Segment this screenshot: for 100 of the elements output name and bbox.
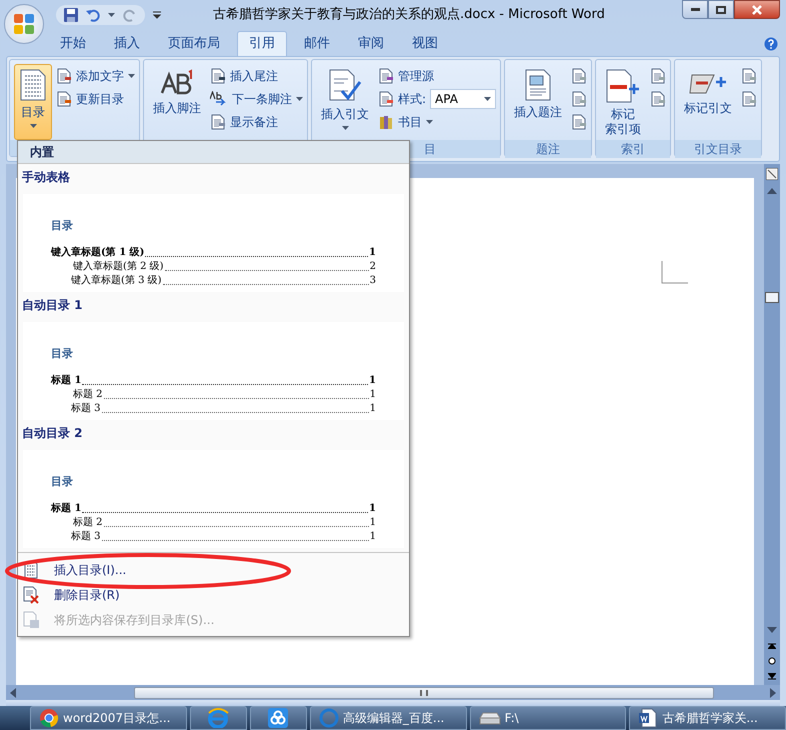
small-ribbon-button[interactable]: [650, 89, 666, 109]
preview-heading: 目录: [51, 474, 74, 490]
caret-icon: [426, 120, 433, 124]
toc-entry-title: 标题 1: [51, 502, 82, 516]
help-icon[interactable]: [764, 37, 778, 51]
document-check-icon: [328, 69, 362, 103]
page-disk-icon: [22, 610, 40, 628]
scroll-left-icon[interactable]: [10, 688, 16, 698]
toc-entry-title: 标题 1: [51, 374, 82, 388]
page-delete-icon: [22, 586, 40, 604]
ab-superscript-icon: [160, 69, 194, 97]
toc-page-number: 1: [369, 374, 376, 388]
cloud-logo-icon: [268, 708, 288, 728]
books-icon: [378, 114, 394, 130]
ribbon-tab[interactable]: 页面布局: [157, 31, 231, 56]
taskbar-button[interactable]: 古希腊哲学家关...: [629, 706, 786, 730]
office-button[interactable]: [4, 4, 44, 44]
ribbon-large-button[interactable]: 标记 索引项: [600, 64, 646, 140]
ab-arrow-icon: [210, 91, 228, 107]
browser-logo-icon: [39, 708, 59, 728]
menu-header: 内置: [30, 144, 54, 161]
toc-entry-title: 标题 2: [73, 388, 103, 402]
group-label: 题注: [536, 141, 560, 158]
button-label: 插入脚注: [153, 101, 201, 116]
toc-page-number: 1: [370, 516, 376, 530]
group-label: 目: [424, 141, 436, 158]
ribbon-large-button[interactable]: 插入引文: [316, 64, 374, 140]
menu-item[interactable]: 插入目录(I)...: [18, 557, 409, 582]
undo-icon[interactable]: [86, 8, 100, 22]
small-ribbon-button[interactable]: [650, 66, 666, 86]
small-ribbon-button[interactable]: [571, 66, 588, 86]
toc-entry-title: 键入章标题(第 3 级): [71, 274, 162, 288]
previous-page-icon[interactable]: [768, 641, 776, 649]
small-ribbon-button[interactable]: [571, 89, 588, 109]
office-logo-icon: [13, 13, 35, 35]
page-icon: [741, 68, 758, 84]
ribbon-large-button[interactable]: 标记引文: [679, 64, 738, 140]
ribbon-tab[interactable]: 审阅: [347, 31, 395, 56]
toc-preview[interactable]: 目录 标题 1 1 标题 2 1 标题 3 1: [23, 450, 404, 548]
small-ribbon-button[interactable]: [741, 89, 758, 109]
page-icon: [571, 68, 588, 84]
ribbon-tab[interactable]: 邮件: [293, 31, 341, 56]
taskbar-button[interactable]: 高级编辑器_百度...: [310, 706, 467, 730]
word-document-icon: [638, 708, 658, 728]
circle-logo-icon: [318, 708, 339, 728]
group-label: 索引: [621, 141, 646, 158]
browse-object-icon[interactable]: [768, 657, 776, 665]
ribbon-tab[interactable]: 视图: [401, 31, 449, 56]
taskbar-button[interactable]: F:\: [470, 706, 626, 730]
scroll-thumb[interactable]: [765, 292, 779, 303]
ribbon-tab[interactable]: 开始: [49, 31, 97, 56]
ribbon-large-button[interactable]: 插入题注: [509, 64, 568, 140]
small-ribbon-button[interactable]: 添加文字: [56, 66, 135, 86]
caret-icon: [128, 74, 135, 78]
preview-heading: 目录: [51, 218, 74, 234]
ribbon-tab[interactable]: 引用: [237, 31, 287, 56]
toc-entry-title: 键入章标题(第 1 级): [51, 246, 144, 260]
toc-preview[interactable]: 目录 键入章标题(第 1 级) 1 键入章标题(第 2 级) 2 键入章标题(第 3 级) 3: [23, 194, 404, 292]
small-ribbon-button[interactable]: [741, 66, 758, 86]
caret-icon: [296, 97, 303, 101]
taskbar-button[interactable]: [190, 706, 247, 730]
gallery-section-title: 手动表格: [21, 169, 71, 186]
page-icon: [571, 114, 588, 130]
close-button[interactable]: [734, 0, 780, 19]
ruler-toggle-icon[interactable]: [766, 168, 778, 180]
small-ribbon-button[interactable]: 管理源: [378, 66, 496, 86]
scroll-right-icon[interactable]: [770, 688, 776, 698]
page-minus-plus-icon: [605, 69, 642, 103]
document-list-icon: [19, 69, 47, 101]
small-ribbon-button[interactable]: 书目: [378, 112, 496, 132]
scroll-up-icon[interactable]: [767, 188, 777, 194]
taskbar-button[interactable]: word2007目录怎...: [30, 706, 187, 730]
taskbar-button[interactable]: [250, 706, 307, 730]
toc-entry-title: 标题 3: [71, 402, 101, 416]
small-ribbon-button[interactable]: 显示备注: [210, 112, 303, 132]
small-ribbon-button[interactable]: 下一条脚注: [210, 89, 303, 109]
toc-page-number: 1: [369, 246, 376, 260]
scroll-down-icon[interactable]: [767, 627, 777, 633]
vertical-scrollbar[interactable]: [764, 164, 780, 685]
maximize-button[interactable]: [708, 0, 734, 19]
group-label: 引文目录: [694, 141, 742, 158]
style-combo-box[interactable]: APA: [430, 89, 496, 109]
toc-page-number: 1: [370, 402, 376, 416]
small-ribbon-button[interactable]: [571, 112, 588, 132]
close-icon: [752, 4, 762, 14]
small-ribbon-button[interactable]: 更新目录: [56, 89, 135, 109]
horizontal-scrollbar[interactable]: [6, 685, 780, 700]
small-ribbon-button[interactable]: 插入尾注: [210, 66, 303, 86]
toc-preview[interactable]: 目录 标题 1 1 标题 2 1 标题 3 1: [23, 322, 404, 420]
menu-item[interactable]: 删除目录(R): [18, 582, 409, 607]
ribbon-tab[interactable]: 插入: [103, 31, 151, 56]
next-page-icon[interactable]: [768, 673, 776, 681]
minimize-button[interactable]: [682, 0, 708, 19]
caret-icon: [30, 124, 36, 128]
ribbon-large-button[interactable]: 目录: [14, 64, 52, 140]
save-icon[interactable]: [64, 8, 78, 22]
toc-page-number: 1: [370, 530, 376, 544]
letter-e-logo-icon: [207, 708, 230, 728]
ribbon-large-button[interactable]: 插入脚注: [148, 64, 206, 140]
customize-caret-icon[interactable]: [153, 11, 161, 19]
